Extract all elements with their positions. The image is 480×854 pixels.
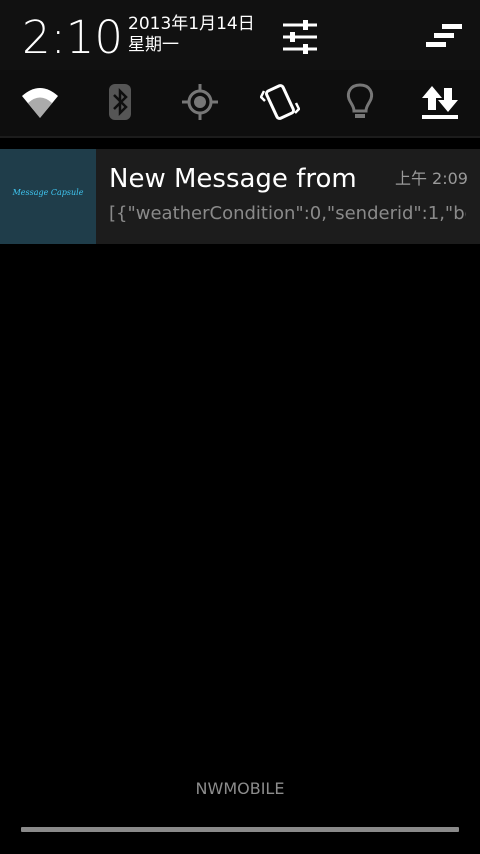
notification-body: [{"weatherCondition":0,"senderid":1,"bo xyxy=(109,203,466,224)
wifi-icon[interactable] xyxy=(20,82,60,122)
app-thumbnail: Message Capsule xyxy=(0,149,96,244)
flashlight-icon[interactable] xyxy=(340,82,380,122)
clock: 2:10 xyxy=(22,11,124,64)
header-divider xyxy=(0,136,480,138)
settings-sliders-icon[interactable] xyxy=(280,18,320,56)
notification-time: 上午 2:09 xyxy=(394,169,468,188)
vibrate-icon[interactable] xyxy=(259,82,301,122)
weekday-text: 星期一 xyxy=(128,35,179,55)
clear-all-icon[interactable] xyxy=(424,18,464,56)
gps-icon[interactable] xyxy=(180,82,220,122)
bluetooth-icon[interactable] xyxy=(100,82,140,122)
shade-drag-handle[interactable] xyxy=(21,827,459,832)
notification-card[interactable]: Message Capsule New Message from 上午 2:09… xyxy=(0,149,480,244)
date-text: 2013年1月14日 xyxy=(128,14,255,34)
shade-header: 2:10 2013年1月14日 星期一 xyxy=(0,0,480,70)
quick-settings-row xyxy=(0,70,480,136)
data-sync-icon[interactable] xyxy=(420,82,460,122)
notification-shade: 2:10 2013年1月14日 星期一 Message Capsule New … xyxy=(0,0,480,854)
date-block: 2013年1月14日 星期一 xyxy=(128,14,255,56)
carrier-label: NWMOBILE xyxy=(195,779,285,798)
notification-title: New Message from xyxy=(109,164,357,194)
thumbnail-logo-text: Message Capsule xyxy=(12,188,84,197)
